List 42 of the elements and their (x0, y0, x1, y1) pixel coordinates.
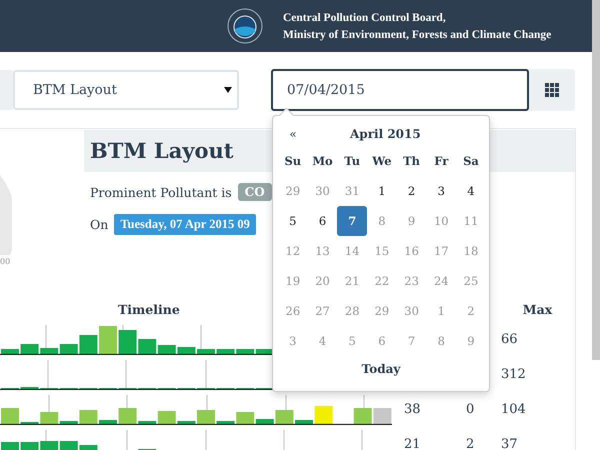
table-cell-text: 38 (404, 402, 422, 417)
calendar-day[interactable]: 3 (426, 176, 456, 206)
ministry-name: Ministry of Environment, Forests and Climate Change (283, 28, 552, 40)
column-header: Timeline (118, 302, 180, 319)
weekday-label: Th (402, 153, 422, 170)
previous-month-link[interactable]: « (278, 127, 308, 141)
timestamp-tag: Tuesday, 07 Apr 2015 09 (114, 214, 256, 234)
calendar-day[interactable]: 6 (308, 206, 338, 236)
column-header: Max (522, 302, 552, 319)
table-cell-text: 21 (404, 437, 422, 450)
today-button[interactable]: Today (278, 362, 484, 376)
table-cell: 66 (501, 332, 518, 347)
month-title[interactable]: April 2015 (350, 127, 421, 141)
caret-icon (224, 87, 232, 93)
table-cell: 104 (501, 402, 526, 417)
scrollbar[interactable] (592, 0, 600, 360)
calendar-day[interactable]: 4 (456, 176, 486, 206)
table-cell: 312 (501, 367, 526, 382)
weekday-label: Sa (462, 153, 480, 170)
pollutant-label: Prominent Pollutant is (90, 184, 232, 200)
calendar-day[interactable]: 7 (337, 206, 368, 236)
table-cell-text: 0 (466, 402, 476, 417)
weekday-label: Tu (343, 153, 362, 170)
pollutant-tag: CO (238, 183, 272, 201)
station-select[interactable]: BTM Layout (13, 70, 239, 110)
on-label: On (90, 216, 108, 232)
calendar-day[interactable]: 2 (396, 176, 426, 206)
calendar-day[interactable]: 1 (367, 176, 397, 206)
grid-icon (545, 83, 559, 97)
emblem-logo-icon (227, 8, 263, 44)
table-cell-text: 2 (466, 437, 476, 450)
table-cell: 37 (501, 437, 518, 450)
gauge-tick-label: 00 (0, 257, 12, 266)
organization-name: Central Pollution Control Board, (283, 12, 447, 24)
calendar-day[interactable]: 5 (278, 206, 308, 236)
weekday-label: We (371, 153, 393, 170)
weekday-label: Su (284, 153, 302, 170)
weekday-label: Mo (311, 153, 334, 170)
calendar-button[interactable] (529, 69, 575, 111)
weekday-label: Fr (433, 153, 450, 170)
date-field[interactable]: 07/04/2015 (271, 69, 529, 111)
select-addon (0, 70, 13, 110)
